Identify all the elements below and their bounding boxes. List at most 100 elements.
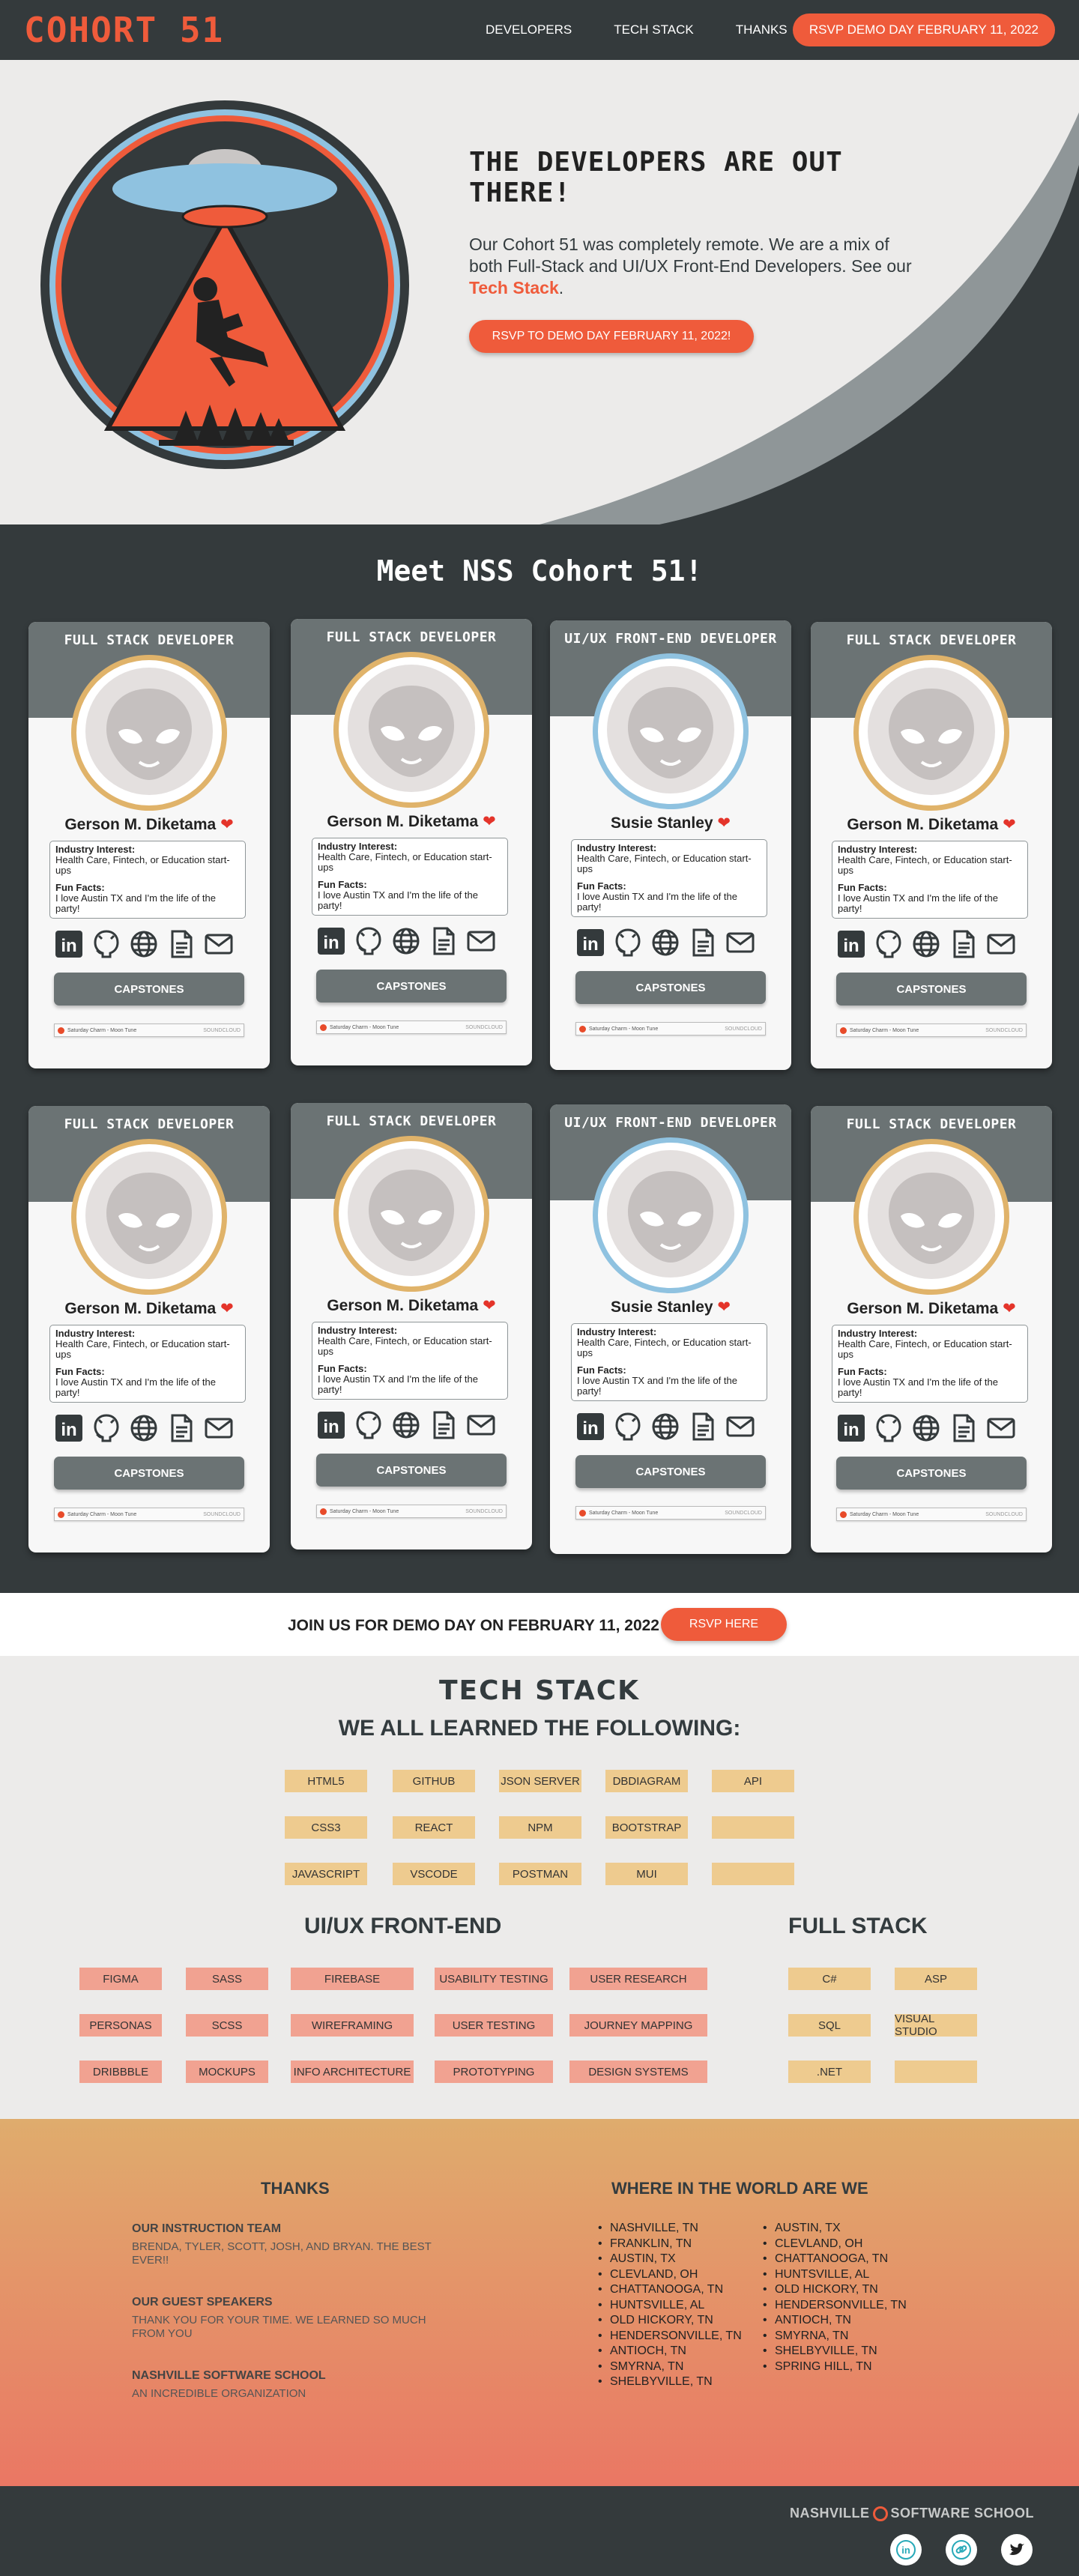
soundcloud-player[interactable]: Saturday Charm - Moon Tune SOUNDCLOUD (54, 1508, 244, 1521)
capstones-button[interactable]: CAPSTONES (316, 970, 507, 1003)
resume-icon[interactable] (949, 929, 979, 959)
globe-icon[interactable] (129, 1413, 159, 1443)
email-icon[interactable] (986, 1413, 1016, 1443)
fun-facts-text: I love Austin TX and I'm the life of the… (318, 889, 478, 911)
resume-icon[interactable] (949, 1413, 979, 1443)
nss-logo[interactable]: NASHVILLE SOFTWARE SCHOOL (790, 2506, 1034, 2521)
linkedin-icon[interactable]: in (575, 1412, 605, 1442)
soundcloud-player[interactable]: Saturday Charm - Moon Tune SOUNDCLOUD (54, 1024, 244, 1037)
linkedin-icon[interactable]: in (316, 1410, 346, 1440)
resume-icon[interactable] (166, 1413, 196, 1443)
linkedin-icon[interactable]: in (54, 929, 84, 959)
link-icon[interactable] (946, 2534, 977, 2566)
linkedin-icon[interactable]: in (836, 929, 866, 959)
nav-link-developers[interactable]: DEVELOPERS (486, 22, 572, 37)
heart-icon[interactable]: ❤ (717, 1298, 731, 1316)
heart-icon[interactable]: ❤ (483, 1297, 496, 1314)
play-icon[interactable] (320, 1508, 327, 1515)
capstones-button[interactable]: CAPSTONES (836, 973, 1027, 1006)
resume-icon[interactable] (688, 928, 718, 958)
nss-logo-right: SOFTWARE SCHOOL (890, 2506, 1034, 2521)
soundcloud-player[interactable]: Saturday Charm - Moon Tune SOUNDCLOUD (316, 1505, 507, 1518)
nav-link-tech-stack[interactable]: TECH STACK (614, 22, 693, 37)
play-icon[interactable] (579, 1025, 586, 1032)
soundcloud-player[interactable]: Saturday Charm - Moon Tune SOUNDCLOUD (575, 1022, 766, 1035)
linkedin-icon[interactable]: in (575, 928, 605, 958)
developer-info-box: Industry Interest: Health Care, Fintech, … (832, 841, 1028, 919)
heart-icon[interactable]: ❤ (717, 814, 731, 832)
developer-info-box: Industry Interest: Health Care, Fintech, … (49, 841, 246, 919)
resume-icon[interactable] (688, 1412, 718, 1442)
play-icon[interactable] (579, 1509, 586, 1517)
github-icon[interactable] (91, 1413, 121, 1443)
play-icon[interactable] (320, 1024, 327, 1031)
globe-icon[interactable] (129, 929, 159, 959)
globe-icon[interactable] (391, 1410, 421, 1440)
linkedin-icon[interactable]: in (836, 1413, 866, 1443)
capstones-button[interactable]: CAPSTONES (54, 973, 244, 1006)
github-icon[interactable] (354, 926, 384, 956)
github-icon[interactable] (874, 1413, 904, 1443)
capstones-button[interactable]: CAPSTONES (836, 1457, 1027, 1490)
github-icon[interactable] (354, 1410, 384, 1440)
resume-icon[interactable] (166, 929, 196, 959)
thanks-title: THANKS (261, 2179, 330, 2198)
email-icon[interactable] (204, 929, 234, 959)
email-icon[interactable] (725, 1412, 755, 1442)
linkedin-icon[interactable]: in (316, 926, 346, 956)
linkedin-icon[interactable]: in (54, 1413, 84, 1443)
nav-links: DEVELOPERS TECH STACK THANKS (486, 0, 788, 60)
resume-icon[interactable] (429, 1410, 459, 1440)
play-icon[interactable] (840, 1027, 847, 1034)
email-icon[interactable] (725, 928, 755, 958)
globe-icon[interactable] (911, 1413, 941, 1443)
capstones-button[interactable]: CAPSTONES (316, 1454, 507, 1487)
github-icon[interactable] (91, 929, 121, 959)
github-icon[interactable] (874, 929, 904, 959)
hero-rsvp-button[interactable]: RSVP TO DEMO DAY FEBRUARY 11, 2022! (469, 320, 754, 353)
heart-icon[interactable]: ❤ (1003, 816, 1016, 833)
globe-icon[interactable] (650, 1412, 680, 1442)
globe-icon[interactable] (650, 928, 680, 958)
github-icon[interactable] (613, 928, 643, 958)
heart-icon[interactable]: ❤ (220, 1300, 234, 1317)
developer-links: in (316, 926, 496, 956)
nav-link-thanks[interactable]: THANKS (736, 22, 788, 37)
email-icon[interactable] (204, 1413, 234, 1443)
soundcloud-player[interactable]: Saturday Charm - Moon Tune SOUNDCLOUD (836, 1024, 1027, 1037)
twitter-icon[interactable] (1001, 2534, 1033, 2566)
developer-links: in (54, 929, 234, 959)
email-icon[interactable] (466, 1410, 496, 1440)
play-icon[interactable] (58, 1027, 64, 1034)
player-track: Saturday Charm - Moon Tune (589, 1026, 659, 1032)
heart-icon[interactable]: ❤ (483, 813, 496, 830)
alien-avatar-icon (868, 1151, 995, 1283)
soundcloud-logo: SOUNDCLOUD (985, 1511, 1023, 1517)
globe-icon[interactable] (911, 929, 941, 959)
play-icon[interactable] (840, 1511, 847, 1518)
capstones-button[interactable]: CAPSTONES (575, 971, 766, 1004)
globe-icon[interactable] (391, 926, 421, 956)
tech-chip: JAVASCRIPT (285, 1863, 367, 1885)
github-icon[interactable] (613, 1412, 643, 1442)
brand-logo[interactable]: COHORT 51 (24, 10, 224, 50)
soundcloud-player[interactable]: Saturday Charm - Moon Tune SOUNDCLOUD (575, 1506, 766, 1520)
nav-rsvp-button[interactable]: RSVP DEMO DAY FEBRUARY 11, 2022 (792, 13, 1055, 46)
heart-icon[interactable]: ❤ (1003, 1300, 1016, 1317)
card-role: FULL STACK DEVELOPER (64, 632, 235, 648)
rsvp-here-button[interactable]: RSVP HERE (661, 1608, 787, 1641)
linkedin-icon[interactable]: in (890, 2534, 922, 2566)
soundcloud-player[interactable]: Saturday Charm - Moon Tune SOUNDCLOUD (316, 1021, 507, 1034)
fun-facts-label: Fun Facts: (577, 880, 626, 892)
email-icon[interactable] (986, 929, 1016, 959)
tech-stack-link[interactable]: Tech Stack (469, 278, 559, 297)
uiux-chip: DESIGN SYSTEMS (569, 2061, 707, 2083)
play-icon[interactable] (58, 1511, 64, 1518)
capstones-button[interactable]: CAPSTONES (54, 1457, 244, 1490)
fun-facts-text: I love Austin TX and I'm the life of the… (318, 1373, 478, 1395)
resume-icon[interactable] (429, 926, 459, 956)
heart-icon[interactable]: ❤ (220, 816, 234, 833)
capstones-button[interactable]: CAPSTONES (575, 1455, 766, 1488)
soundcloud-player[interactable]: Saturday Charm - Moon Tune SOUNDCLOUD (836, 1508, 1027, 1521)
email-icon[interactable] (466, 926, 496, 956)
